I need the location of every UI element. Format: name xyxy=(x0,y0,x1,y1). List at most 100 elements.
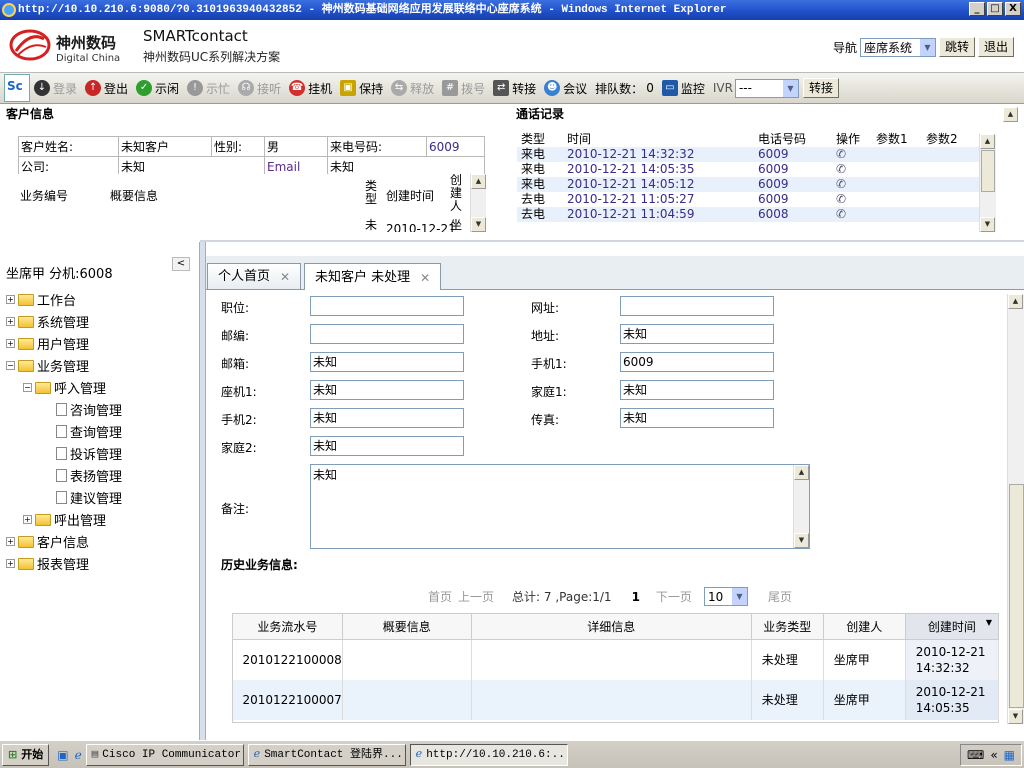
tree-item-complaint[interactable]: 投诉管理 xyxy=(56,444,122,463)
mobile1-input[interactable]: 6009 xyxy=(620,352,774,372)
tree-item-suggestion[interactable]: 建议管理 xyxy=(56,488,122,507)
scroll-up-icon[interactable]: ▲ xyxy=(1008,294,1023,309)
address-input[interactable]: 未知 xyxy=(620,324,774,344)
tray-expand-icon[interactable]: « xyxy=(990,748,997,762)
busy-button[interactable]: ! 示忙 xyxy=(187,80,230,97)
close-button[interactable]: X xyxy=(1005,2,1021,16)
ivr-transfer-button[interactable]: 转接 xyxy=(802,78,839,98)
nav-select[interactable]: 座席系统 ▼ xyxy=(859,37,936,57)
position-input[interactable] xyxy=(310,296,464,316)
ie-quicklaunch-icon[interactable]: ℯ xyxy=(75,748,82,762)
scroll-thumb[interactable] xyxy=(1009,484,1024,708)
callback-icon[interactable]: ✆ xyxy=(832,162,872,177)
tree-item-inbound[interactable]: − 呼入管理 xyxy=(23,378,106,397)
expand-icon[interactable]: + xyxy=(6,559,15,568)
ivr-select[interactable]: --- ▼ xyxy=(734,78,799,98)
scroll-up-icon[interactable]: ▲ xyxy=(980,134,995,149)
grid-header-type[interactable]: 业务类型 xyxy=(750,613,824,640)
collapse-icon[interactable]: − xyxy=(23,383,32,392)
maximize-button[interactable]: □ xyxy=(987,2,1003,16)
tree-item-business[interactable]: − 业务管理 xyxy=(6,356,89,375)
taskbar-item-browser[interactable]: ℯ http://10.10.210.6:... xyxy=(409,743,568,766)
home2-input[interactable]: 未知 xyxy=(310,436,464,456)
callback-icon[interactable]: ✆ xyxy=(832,207,872,222)
remark-textarea[interactable]: 未知 ▲ ▼ xyxy=(310,464,810,549)
tab-home[interactable]: 个人首页 ✕ xyxy=(207,263,302,289)
grid-header-id[interactable]: 业务流水号 xyxy=(232,613,343,640)
home1-input[interactable]: 未知 xyxy=(620,380,774,400)
splitter[interactable] xyxy=(199,242,206,740)
fax-input[interactable]: 未知 xyxy=(620,408,774,428)
scroll-down-icon[interactable]: ▼ xyxy=(980,217,995,232)
scroll-down-icon[interactable]: ▼ xyxy=(794,533,809,548)
collapse-icon[interactable]: − xyxy=(6,361,15,370)
website-input[interactable] xyxy=(620,296,774,316)
tree-item-query[interactable]: 查询管理 xyxy=(56,422,122,441)
scroll-down-icon[interactable]: ▼ xyxy=(471,217,486,232)
network-icon[interactable]: ▦ xyxy=(1004,748,1015,762)
prev-page-link[interactable]: 上一页 xyxy=(458,588,494,605)
tree-item-customer[interactable]: + 客户信息 xyxy=(6,532,89,551)
last-page-link[interactable]: 尾页 xyxy=(768,588,792,605)
tree-item-praise[interactable]: 表扬管理 xyxy=(56,466,122,485)
release-button[interactable]: ⇆ 释放 xyxy=(391,80,434,97)
expand-icon[interactable]: + xyxy=(6,537,15,546)
close-icon[interactable]: ✕ xyxy=(280,265,290,289)
hangup-button[interactable]: ☎ 挂机 xyxy=(289,80,332,97)
content-scrollbar[interactable]: ▲ ▼ xyxy=(1007,294,1024,724)
tab-customer[interactable]: 未知客户 未处理 ✕ xyxy=(304,263,442,291)
start-button[interactable]: ⊞ 开始 xyxy=(2,743,50,766)
table-row[interactable]: 2010122100008 未处理 坐席甲 2010-12-21 14:32:32 xyxy=(232,639,1000,680)
monitor-button[interactable]: ▭ 监控 xyxy=(661,80,705,97)
expand-icon[interactable]: + xyxy=(6,317,15,326)
transfer-button[interactable]: ⇄ 转接 xyxy=(493,80,536,97)
tree-item-system[interactable]: + 系统管理 xyxy=(6,312,89,331)
expand-icon[interactable]: + xyxy=(6,339,15,348)
logout-button[interactable]: 退出 xyxy=(977,37,1014,57)
grid-header-creator[interactable]: 创建人 xyxy=(822,613,906,640)
call-row[interactable]: 来电 2010-12-21 14:05:35 6009 ✆ xyxy=(517,162,995,177)
zip-input[interactable] xyxy=(310,324,464,344)
next-page-link[interactable]: 下一页 xyxy=(656,588,692,605)
hold-button[interactable]: ▣ 保持 xyxy=(340,80,383,97)
callback-icon[interactable]: ✆ xyxy=(832,177,872,192)
grid-header-detail[interactable]: 详细信息 xyxy=(470,613,752,640)
table-row[interactable]: 2010122100007 未处理 坐席甲 2010-12-21 14:05:35 xyxy=(232,679,1000,720)
taskbar-item-smartcontact[interactable]: ℯ SmartContact 登陆界... xyxy=(247,743,406,766)
taskbar-item-cisco[interactable]: ▤ Cisco IP Communicator xyxy=(85,743,244,766)
call-row[interactable]: 来电 2010-12-21 14:05:12 6009 ✆ xyxy=(517,177,995,192)
grid-header-created[interactable]: 创建时间 ▼ xyxy=(904,613,1000,640)
expand-icon[interactable]: + xyxy=(6,295,15,304)
login-button[interactable]: ↓ 登录 xyxy=(34,80,77,97)
close-icon[interactable]: ✕ xyxy=(420,266,430,290)
tree-item-outbound[interactable]: + 呼出管理 xyxy=(23,510,106,529)
customer-scrollbar[interactable]: ▲ ▼ xyxy=(470,174,486,232)
grid-header-summary[interactable]: 概要信息 xyxy=(341,613,472,640)
logout-tool-button[interactable]: ↑ 登出 xyxy=(85,80,128,97)
idle-button[interactable]: ✓ 示闲 xyxy=(136,80,179,97)
remark-scrollbar[interactable]: ▲ ▼ xyxy=(793,465,809,548)
answer-button[interactable]: ☊ 接听 xyxy=(238,80,281,97)
keyboard-icon[interactable]: ⌨ xyxy=(967,748,984,762)
scroll-down-icon[interactable]: ▼ xyxy=(1008,709,1023,724)
phone1-input[interactable]: 未知 xyxy=(310,380,464,400)
tree-item-users[interactable]: + 用户管理 xyxy=(6,334,89,353)
first-page-link[interactable]: 首页 xyxy=(428,588,452,605)
tree-item-reports[interactable]: + 报表管理 xyxy=(6,554,89,573)
callback-icon[interactable]: ✆ xyxy=(832,192,872,207)
callback-icon[interactable]: ✆ xyxy=(832,147,872,162)
scroll-up-icon[interactable]: ▲ xyxy=(471,174,486,189)
scroll-up-icon[interactable]: ▲ xyxy=(794,465,809,480)
call-row[interactable]: 去电 2010-12-21 11:05:27 6009 ✆ xyxy=(517,192,995,207)
scroll-thumb[interactable] xyxy=(981,150,995,192)
meeting-button[interactable]: ☻ 会议 xyxy=(544,80,587,97)
mobile2-input[interactable]: 未知 xyxy=(310,408,464,428)
call-row[interactable]: 来电 2010-12-21 14:32:32 6009 ✆ xyxy=(517,147,995,162)
tree-item-workbench[interactable]: + 工作台 xyxy=(6,290,76,309)
desktop-icon[interactable]: ▣ xyxy=(57,748,68,762)
call-row[interactable]: 去电 2010-12-21 11:04:59 6008 ✆ xyxy=(517,207,995,222)
page-size-select[interactable]: 10 ▼ xyxy=(703,587,748,606)
dial-button[interactable]: # 拨号 xyxy=(442,80,485,97)
call-records-scrollbar[interactable]: ▲ ▼ xyxy=(979,134,996,232)
expand-icon[interactable]: + xyxy=(23,515,32,524)
